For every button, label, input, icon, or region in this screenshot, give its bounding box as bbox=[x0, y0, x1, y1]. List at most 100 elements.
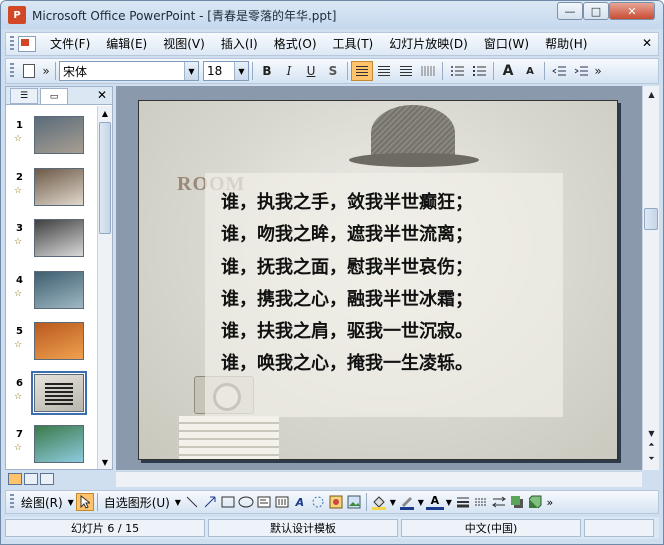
slide-thumbnail-image[interactable] bbox=[34, 167, 84, 206]
thumbnail-scrollbar[interactable]: ▲ ▼ bbox=[97, 106, 112, 469]
slide-scrollbar[interactable]: ▲ ▼ ⏶ ⏷ bbox=[642, 86, 659, 470]
slide-thumbnail[interactable]: 6 ☆ bbox=[6, 370, 96, 422]
close-window-button[interactable]: ✕ bbox=[609, 2, 655, 20]
animation-star-icon[interactable]: ☆ bbox=[14, 340, 22, 350]
oval-tool-icon[interactable] bbox=[237, 493, 255, 511]
normal-view-icon[interactable] bbox=[8, 473, 22, 485]
document-icon[interactable] bbox=[18, 36, 36, 52]
slideshow-view-icon[interactable] bbox=[40, 473, 54, 485]
powerpoint-app-icon[interactable]: P bbox=[8, 6, 26, 24]
animation-star-icon[interactable]: ☆ bbox=[14, 134, 22, 144]
chevron-down-icon[interactable]: ▼ bbox=[173, 493, 183, 511]
dash-style-icon[interactable] bbox=[472, 493, 490, 511]
scroll-down-icon[interactable]: ▼ bbox=[98, 455, 112, 469]
horizontal-scrollbar[interactable] bbox=[116, 471, 642, 487]
toolbar-grip[interactable] bbox=[10, 36, 14, 52]
distribute-icon[interactable] bbox=[417, 61, 439, 81]
slide-thumbnail[interactable]: 2 ☆ bbox=[6, 166, 96, 216]
chevron-down-icon[interactable]: ▼ bbox=[388, 493, 398, 511]
toolbar-grip[interactable] bbox=[10, 63, 14, 79]
bullets-icon[interactable] bbox=[468, 61, 490, 81]
arrow-tool-icon[interactable] bbox=[201, 493, 219, 511]
line-tool-icon[interactable] bbox=[183, 493, 201, 511]
select-objects-icon[interactable] bbox=[75, 493, 94, 511]
slide-thumbnail-image[interactable] bbox=[34, 322, 84, 360]
font-name-combo[interactable]: 宋体 ▼ bbox=[59, 61, 199, 81]
slide-thumbnail-image[interactable] bbox=[34, 219, 84, 257]
scrollbar-thumb[interactable] bbox=[99, 122, 111, 234]
chevron-down-icon[interactable]: ▼ bbox=[234, 62, 248, 80]
3d-style-icon[interactable] bbox=[526, 493, 544, 511]
animation-star-icon[interactable]: ☆ bbox=[14, 392, 22, 402]
slide-thumbnail[interactable]: 3 ☆ bbox=[6, 217, 96, 267]
chevron-down-icon[interactable]: ▼ bbox=[184, 62, 198, 80]
line-style-icon[interactable] bbox=[454, 493, 472, 511]
menu-view[interactable]: 视图(V) bbox=[155, 34, 213, 54]
slide-thumbnail[interactable]: 1 ☆ bbox=[6, 114, 96, 164]
italic-button[interactable]: I bbox=[278, 61, 300, 81]
align-center-button[interactable] bbox=[373, 61, 395, 81]
numbering-icon[interactable] bbox=[446, 61, 468, 81]
toolbar-options-chevron-icon[interactable]: » bbox=[40, 61, 52, 81]
grow-font-button[interactable]: A bbox=[497, 61, 519, 81]
close-document-icon[interactable]: ✕ bbox=[642, 36, 652, 50]
clip-art-icon[interactable] bbox=[327, 493, 345, 511]
current-slide[interactable]: ROOM 谁，执我之手，敛我半世癫狂； 谁，吻我之眸，遮我半世流离； 谁，抚我之… bbox=[138, 100, 618, 460]
scroll-up-icon[interactable]: ▲ bbox=[644, 87, 659, 101]
shadow-button[interactable]: S bbox=[322, 61, 344, 81]
scrollbar-thumb[interactable] bbox=[644, 208, 658, 230]
decrease-indent-icon[interactable] bbox=[548, 61, 570, 81]
increase-indent-icon[interactable] bbox=[570, 61, 592, 81]
minimize-button[interactable]: — bbox=[557, 2, 583, 20]
toolbar-options-chevron-icon[interactable]: » bbox=[544, 493, 556, 511]
rectangle-tool-icon[interactable] bbox=[219, 493, 237, 511]
autoshapes-menu-button[interactable]: 自选图形(U) bbox=[101, 494, 173, 511]
arrow-style-icon[interactable] bbox=[490, 493, 508, 511]
scroll-up-icon[interactable]: ▲ bbox=[98, 106, 112, 120]
shadow-style-icon[interactable] bbox=[508, 493, 526, 511]
animation-star-icon[interactable]: ☆ bbox=[14, 186, 22, 196]
menu-tools[interactable]: 工具(T) bbox=[325, 34, 382, 54]
align-right-button[interactable] bbox=[395, 61, 417, 81]
chevron-down-icon[interactable]: ▼ bbox=[66, 493, 76, 511]
tab-slides[interactable]: ▭ bbox=[40, 88, 68, 104]
poem-textbox[interactable]: 谁，执我之手，敛我半世癫狂； 谁，吻我之眸，遮我半世流离； 谁，抚我之面，慰我半… bbox=[221, 187, 541, 381]
textbox-tool-icon[interactable] bbox=[255, 493, 273, 511]
menu-help[interactable]: 帮助(H) bbox=[537, 34, 595, 54]
slide-thumbnail-image[interactable] bbox=[34, 116, 84, 154]
slide-thumbnail-image[interactable] bbox=[34, 270, 84, 309]
new-document-icon[interactable] bbox=[18, 61, 40, 81]
toolbar-grip[interactable] bbox=[10, 494, 14, 510]
vertical-textbox-icon[interactable] bbox=[273, 493, 291, 511]
tab-outline[interactable]: ☰ bbox=[10, 88, 38, 104]
close-pane-icon[interactable]: ✕ bbox=[97, 88, 107, 102]
slide-thumbnail-image[interactable] bbox=[31, 370, 87, 415]
next-slide-icon[interactable]: ⏷ bbox=[644, 452, 659, 466]
insert-picture-icon[interactable] bbox=[345, 493, 363, 511]
underline-button[interactable]: U bbox=[300, 61, 322, 81]
menu-edit[interactable]: 编辑(E) bbox=[98, 34, 155, 54]
chevron-down-icon[interactable]: ▼ bbox=[444, 493, 454, 511]
chevron-down-icon[interactable]: ▼ bbox=[416, 493, 426, 511]
draw-menu-button[interactable]: 绘图(R) bbox=[18, 494, 66, 511]
slide-thumbnail[interactable]: 5 ☆ bbox=[6, 320, 96, 370]
shrink-font-button[interactable]: A bbox=[519, 61, 541, 81]
font-color-icon[interactable]: A bbox=[425, 494, 444, 510]
fill-color-icon[interactable] bbox=[370, 493, 388, 511]
slide-thumbnail[interactable]: 7 ☆ bbox=[6, 423, 96, 469]
animation-star-icon[interactable]: ☆ bbox=[14, 289, 22, 299]
slide-thumbnail[interactable]: 4 ☆ bbox=[6, 269, 96, 319]
menu-insert[interactable]: 插入(I) bbox=[213, 34, 266, 54]
previous-slide-icon[interactable]: ⏶ bbox=[644, 438, 659, 452]
line-color-icon[interactable] bbox=[398, 493, 416, 511]
wordart-icon[interactable]: A bbox=[291, 493, 309, 511]
diagram-icon[interactable] bbox=[309, 493, 327, 511]
font-size-combo[interactable]: 18 ▼ bbox=[203, 61, 249, 81]
animation-star-icon[interactable]: ☆ bbox=[14, 237, 22, 247]
bold-button[interactable]: B bbox=[256, 61, 278, 81]
menu-file[interactable]: 文件(F) bbox=[42, 34, 98, 54]
menu-format[interactable]: 格式(O) bbox=[266, 34, 325, 54]
slide-thumbnail-image[interactable] bbox=[34, 425, 84, 463]
menu-slideshow[interactable]: 幻灯片放映(D) bbox=[381, 34, 476, 54]
align-left-button[interactable] bbox=[351, 61, 373, 81]
